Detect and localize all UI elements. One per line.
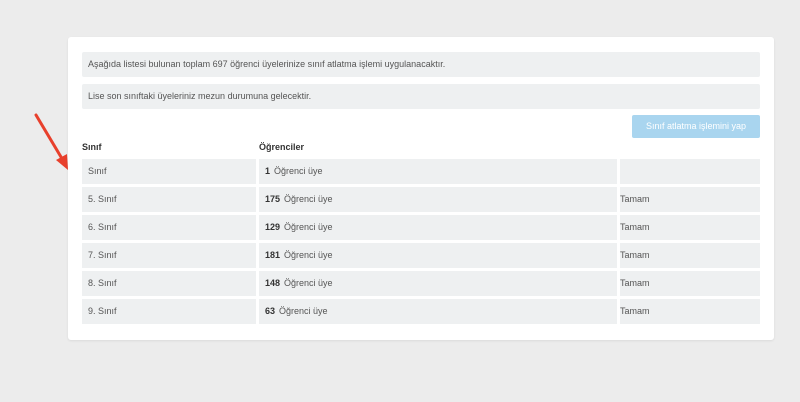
status-cell: Tamam <box>620 187 760 212</box>
student-count: 129 <box>265 222 281 232</box>
student-unit-label: Öğrenci üye <box>284 250 333 260</box>
student-unit-label: Öğrenci üye <box>284 278 333 288</box>
student-unit-label: Öğrenci üye <box>284 222 333 232</box>
table-row: 8. Sınıf 148 Öğrenci üye Tamam <box>82 271 760 296</box>
student-unit-label: Öğrenci üye <box>279 306 328 316</box>
table-header: Sınıf Öğrenciler <box>82 142 760 158</box>
student-count: 175 <box>265 194 281 204</box>
student-count: 148 <box>265 278 281 288</box>
grade-cell: 7. Sınıf <box>82 243 256 268</box>
student-unit-label: Öğrenci üye <box>284 194 333 204</box>
table-row: 6. Sınıf 129 Öğrenci üye Tamam <box>82 215 760 240</box>
grade-cell: Sınıf <box>82 159 256 184</box>
table-row: 5. Sınıf 175 Öğrenci üye Tamam <box>82 187 760 212</box>
grade-cell: 6. Sınıf <box>82 215 256 240</box>
table-row: 7. Sınıf 181 Öğrenci üye Tamam <box>82 243 760 268</box>
status-cell <box>620 159 760 184</box>
students-cell: 175 Öğrenci üye <box>259 187 617 212</box>
header-students: Öğrenciler <box>259 142 305 152</box>
graduation-notice: Lise son sınıftaki üyeleriniz mezun duru… <box>82 84 760 109</box>
student-unit-label: Öğrenci üye <box>274 166 323 176</box>
student-count: 63 <box>265 306 276 316</box>
status-cell: Tamam <box>620 271 760 296</box>
table-row: Sınıf 1 Öğrenci üye <box>82 159 760 184</box>
content-card: Aşağıda listesi bulunan toplam 697 öğren… <box>68 37 774 340</box>
status-cell: Tamam <box>620 299 760 324</box>
grade-table: Sınıf 1 Öğrenci üye 5. Sınıf 175 Öğrenci üye T… <box>82 159 760 327</box>
students-cell: 1 Öğrenci üye <box>259 159 617 184</box>
promote-class-button[interactable]: Sınıf atlatma işlemini yap <box>632 115 760 138</box>
students-cell: 129 Öğrenci üye <box>259 215 617 240</box>
grade-cell: 8. Sınıf <box>82 271 256 296</box>
student-count: 181 <box>265 250 281 260</box>
grade-cell: 9. Sınıf <box>82 299 256 324</box>
total-students-notice: Aşağıda listesi bulunan toplam 697 öğren… <box>82 52 760 77</box>
students-cell: 181 Öğrenci üye <box>259 243 617 268</box>
grade-cell: 5. Sınıf <box>82 187 256 212</box>
status-cell: Tamam <box>620 243 760 268</box>
status-cell: Tamam <box>620 215 760 240</box>
students-cell: 148 Öğrenci üye <box>259 271 617 296</box>
header-grade: Sınıf <box>82 142 102 152</box>
student-count: 1 <box>265 166 271 176</box>
students-cell: 63 Öğrenci üye <box>259 299 617 324</box>
table-row: 9. Sınıf 63 Öğrenci üye Tamam <box>82 299 760 324</box>
